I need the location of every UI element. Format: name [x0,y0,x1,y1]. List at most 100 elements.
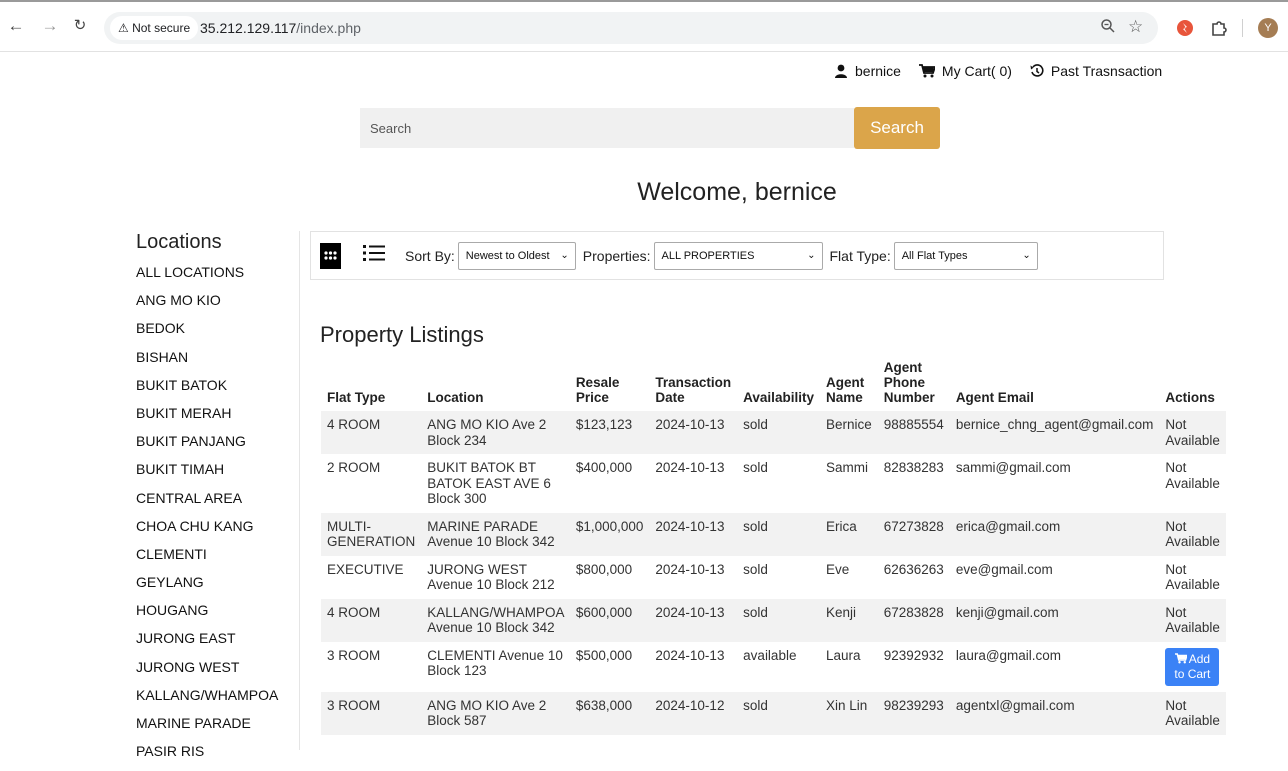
past-transaction-link[interactable]: Past Trasnsaction [1030,63,1162,79]
cell-email: laura@gmail.com [955,647,1062,663]
cell-agent: Erica [819,512,878,556]
header-agent-phone[interactable]: Agent Phone Number [878,360,950,411]
location-item[interactable]: JURONG EAST [136,630,299,658]
location-item[interactable]: MARINE PARADE [136,715,299,743]
header-transaction-date[interactable]: Transaction Date [649,360,737,411]
add-to-cart-button[interactable]: Add to Cart [1165,647,1220,686]
header-flat-type[interactable]: Flat Type [321,360,421,411]
header-label: Price [575,390,609,405]
sort-label: Sort By: [405,247,455,264]
table-row: 2 ROOM BUKIT BATOK BT BATOK EAST AVE 6 B… [321,454,1226,513]
list-view-button[interactable] [363,244,385,267]
browser-toolbar: ← → ↻ ⚠ Not secure 35.212.129.117/index.… [0,0,1288,52]
properties-select[interactable]: ALL PROPERTIES ⌄ [653,241,823,270]
cell-date: 2024-10-13 [655,460,725,475]
header-label: Phone [883,375,925,390]
header-resale-price[interactable]: Resale Price [570,360,650,411]
table-row: MULTI-GENERATION MARINE PARADE Avenue 10… [321,512,1226,556]
location-item[interactable]: BUKIT MERAH [136,405,299,433]
header-label: Transaction [655,375,732,390]
table-row: 4 ROOM KALLANG/WHAMPOA Avenue 10 Block 3… [321,598,1226,642]
table-header-row: Flat Type Location Resale Price Transacti… [321,360,1226,411]
bookmark-star-icon[interactable]: ☆ [1128,17,1143,37]
security-chip[interactable]: ⚠ Not secure [110,16,199,40]
location-item[interactable]: CHOA CHU KANG [136,518,299,546]
cell-availability: sold [737,411,820,454]
sort-select[interactable]: Newest to Oldest ⌄ [457,241,576,270]
chevron-down-icon: ⌄ [807,250,816,261]
chevron-down-icon: ⌄ [560,250,569,261]
location-item[interactable]: BUKIT PANJANG [136,433,299,461]
cell-email: eve@gmail.com [955,561,1053,577]
cell-availability: sold [737,691,820,735]
locations-sidebar: Locations ALL LOCATIONS ANG MO KIO BEDOK… [136,231,300,759]
reload-icon[interactable]: ↻ [70,16,90,36]
cell-date: 2024-10-12 [649,691,738,735]
cell-phone: 92392932 [883,647,944,663]
header-label: Resale [575,375,620,390]
profile-avatar[interactable]: Y [1258,18,1278,38]
cell-agent: Eve [825,561,850,577]
cell-price: $400,000 [575,460,633,475]
location-item[interactable]: BISHAN [136,349,299,377]
search-input[interactable] [360,108,854,148]
forward-icon[interactable]: → [40,16,60,36]
cell-agent: Laura [825,647,861,663]
cell-phone: 82838283 [883,460,944,475]
location-item[interactable]: PASIR RIS [136,743,299,771]
search-button[interactable]: Search [854,107,940,149]
cell-location: ANG MO KIO Ave 2 Block 234 [421,411,570,454]
url-path: /index.php [296,20,361,36]
header-agent-name[interactable]: Agent Name [820,360,878,411]
header-label: Agent [883,360,922,375]
cell-location: KALLANG/WHAMPOA Avenue 10 Block 342 [421,598,570,642]
location-item[interactable]: BUKIT BATOK [136,377,299,405]
cell-action-not-available: Not Available [1165,460,1220,491]
location-item[interactable]: BUKIT TIMAH [136,461,299,489]
location-item[interactable]: HOUGANG [136,602,299,630]
cart-link[interactable]: My Cart( 0) [918,63,1012,79]
location-item[interactable]: BEDOK [136,320,299,348]
zoom-icon[interactable] [1100,18,1116,39]
address-bar[interactable]: ⚠ Not secure 35.212.129.117/index.php ☆ [104,12,1158,44]
location-item[interactable]: CENTRAL AREA [136,490,299,518]
chevron-down-icon: ⌄ [1022,250,1031,261]
header-availability[interactable]: Availability [737,360,820,411]
header-label: Number [883,390,935,405]
cell-email: erica@gmail.com [949,512,1160,556]
cart-icon [1174,652,1188,663]
cell-agent: Kenji [819,598,878,642]
extension-icon[interactable] [1175,18,1195,38]
user-profile-link[interactable]: bernice [834,63,901,79]
cell-action-not-available: Not Available [1159,691,1226,735]
cell-availability: sold [743,561,768,577]
location-item[interactable]: JURONG WEST [136,659,299,687]
location-item[interactable]: KALLANG/WHAMPOA [136,687,299,715]
cell-phone: 62636263 [883,561,944,577]
back-icon[interactable]: ← [6,16,26,36]
location-item[interactable]: GEYLANG [136,574,299,602]
cell-location: ANG MO KIO Ave 2 Block 587 [421,691,570,735]
extensions-puzzle-icon[interactable] [1209,18,1229,38]
cell-phone: 98885554 [877,411,950,454]
header-actions: Actions [1159,360,1226,411]
grid-icon [324,251,337,260]
cell-date: 2024-10-13 [649,411,738,454]
cart-label: My Cart( 0) [941,63,1012,79]
location-item[interactable]: CLEMENTI [136,546,299,574]
sidebar-title: Locations [136,231,222,253]
location-item[interactable]: ALL LOCATIONS [136,264,299,292]
cell-price: $638,000 [569,691,650,735]
url-text[interactable]: 35.212.129.117/index.php [200,12,361,44]
user-bar: bernice My Cart( 0) Past Trasnsaction [834,62,1162,80]
filter-bar: Sort By: Newest to Oldest ⌄ Properties: … [310,231,1164,280]
cell-email: kenji@gmail.com [949,598,1160,642]
cell-action-not-available: Not Available [1159,512,1226,556]
header-location[interactable]: Location [421,360,570,411]
header-agent-email[interactable]: Agent Email [950,360,1160,411]
cell-availability: sold [737,512,820,556]
location-item[interactable]: ANG MO KIO [136,292,299,320]
grid-view-button[interactable] [320,242,341,269]
cell-date: 2024-10-13 [649,598,738,642]
flat-type-select[interactable]: All Flat Types ⌄ [893,241,1038,270]
